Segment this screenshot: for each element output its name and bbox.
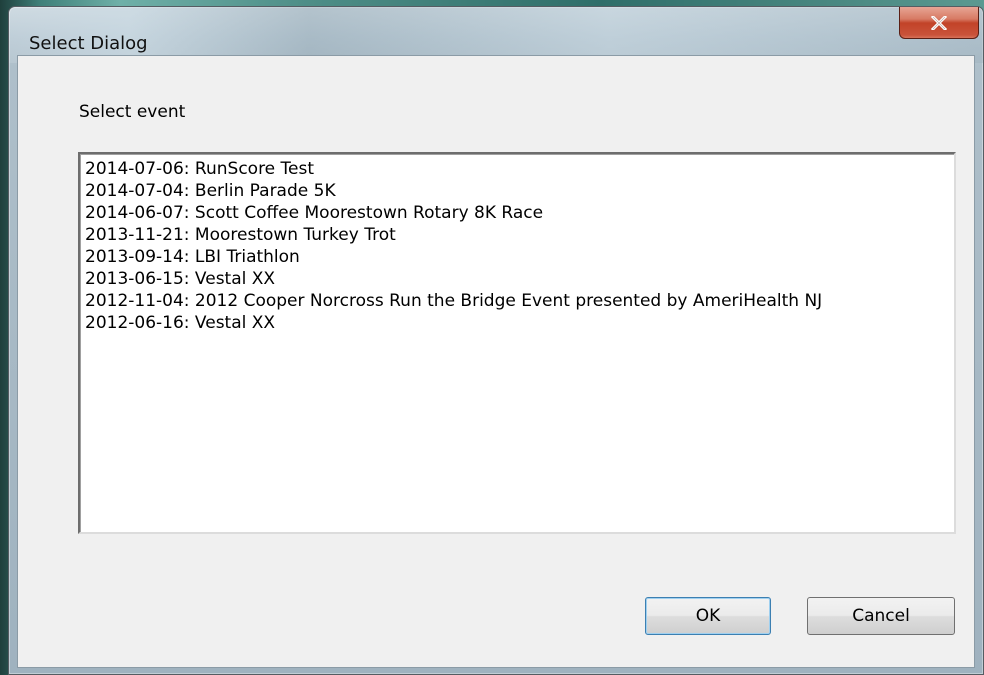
list-item[interactable]: 2012-11-04: 2012 Cooper Norcross Run the… [85,290,954,312]
list-item[interactable]: 2014-06-07: Scott Coffee Moorestown Rota… [85,202,954,224]
close-button[interactable] [899,7,979,39]
list-item[interactable]: 2013-06-15: Vestal XX [85,268,954,290]
ok-button[interactable]: OK [645,597,771,635]
list-item[interactable]: 2012-06-16: Vestal XX [85,312,954,334]
close-x-icon [931,15,947,30]
dialog-client-area: Select event 2014-07-06: RunScore Test 2… [17,55,975,668]
list-item[interactable]: 2013-09-14: LBI Triathlon [85,246,954,268]
list-item[interactable]: 2014-07-06: RunScore Test [85,158,954,180]
list-item[interactable]: 2013-11-21: Moorestown Turkey Trot [85,224,954,246]
cancel-button[interactable]: Cancel [807,597,955,635]
window-title: Select Dialog [29,33,148,54]
select-event-label: Select event [79,102,186,122]
select-dialog-window: Select Dialog Select event 2014-07-06: R… [8,6,984,675]
list-item[interactable]: 2014-07-04: Berlin Parade 5K [85,180,954,202]
event-listbox[interactable]: 2014-07-06: RunScore Test 2014-07-04: Be… [78,152,956,534]
